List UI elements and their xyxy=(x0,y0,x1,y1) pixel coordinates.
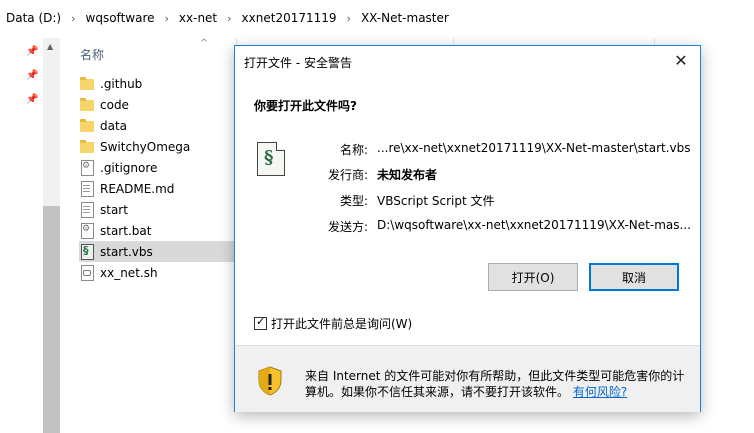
folder-icon xyxy=(80,118,94,134)
file-name: start.bat xyxy=(100,223,152,238)
dialog-footer: 来自 Internet 的文件可能对你有所帮助，但此文件类型可能危害你的计算机。… xyxy=(235,345,700,412)
breadcrumb-item-xx-net[interactable]: xx-net xyxy=(179,11,217,25)
dialog-title: 打开文件 - 安全警告 xyxy=(244,56,352,70)
type-label: 类型: xyxy=(339,194,368,208)
warning-text-block: 来自 Internet 的文件可能对你有所帮助，但此文件类型可能危害你的计算机。… xyxy=(305,368,685,400)
always-ask-label[interactable]: 打开此文件前总是询问(W) xyxy=(271,315,412,332)
pin-icon[interactable]: 📌 xyxy=(26,94,38,105)
file-name: xx_net.sh xyxy=(100,265,158,280)
blank-file-icon xyxy=(80,201,94,218)
folder-icon xyxy=(80,76,94,92)
file-item-readme[interactable]: README.md xyxy=(80,178,260,199)
address-bar[interactable]: Data (D:) › wqsoftware › xx-net › xxnet2… xyxy=(0,0,754,39)
breadcrumb-item-xx-net-master[interactable]: XX-Net-master xyxy=(361,11,449,25)
breadcrumb-item-drive[interactable]: Data (D:) xyxy=(6,11,61,25)
file-item-github[interactable]: .github xyxy=(80,73,260,94)
always-ask-checkbox[interactable]: ✓ xyxy=(254,315,267,330)
folder-icon xyxy=(80,139,94,155)
warning-text: 来自 Internet 的文件可能对你有所帮助，但此文件类型可能危害你的计算机。… xyxy=(305,369,685,399)
dialog-question: 你要打开此文件吗? xyxy=(254,99,357,113)
breadcrumb-item-wqsoftware[interactable]: wqsoftware xyxy=(86,11,155,25)
settings-file-icon xyxy=(80,159,94,176)
close-button[interactable]: ✕ xyxy=(668,49,694,71)
security-warning-dialog: 打开文件 - 安全警告 ✕ 你要打开此文件吗? § 名称: ...re\xx-n… xyxy=(234,45,701,412)
file-item-xx-net-sh[interactable]: xx_net.sh xyxy=(80,262,260,283)
info-row-publisher: 发行商: 未知发布者 xyxy=(235,166,700,186)
scroll-up-arrow-icon[interactable]: ▲ xyxy=(47,42,53,51)
file-name: .gitignore xyxy=(100,160,158,175)
text-file-icon xyxy=(80,180,94,197)
chevron-right-icon[interactable]: › xyxy=(227,12,231,25)
risk-link[interactable]: 有何风险? xyxy=(573,385,627,399)
close-icon: ✕ xyxy=(674,50,688,70)
file-item-switchyomega[interactable]: SwitchyOmega xyxy=(80,136,260,157)
file-name: code xyxy=(100,97,129,112)
always-ask-option[interactable]: ✓ 打开此文件前总是询问(W) xyxy=(254,315,412,332)
file-item-gitignore[interactable]: .gitignore xyxy=(80,157,260,178)
publisher-value: 未知发布者 xyxy=(377,168,438,182)
chevron-right-icon[interactable]: › xyxy=(165,12,169,25)
checkmark-icon: ✓ xyxy=(256,315,266,328)
vbscript-file-icon xyxy=(80,243,94,260)
pin-icon[interactable]: 📌 xyxy=(26,70,38,81)
column-header-name[interactable]: 名称 xyxy=(80,46,104,63)
file-name: README.md xyxy=(100,181,175,196)
file-name: SwitchyOmega xyxy=(100,139,191,154)
navigation-scrollbar[interactable]: ▲ xyxy=(43,38,60,433)
file-item-start-bat[interactable]: start.bat xyxy=(80,220,260,241)
file-name: data xyxy=(100,118,128,133)
scrollbar-thumb[interactable] xyxy=(43,206,60,433)
breadcrumb-item-xxnet20171119[interactable]: xxnet20171119 xyxy=(242,11,337,25)
file-item-code[interactable]: code xyxy=(80,94,260,115)
pin-icon[interactable]: 📌 xyxy=(26,46,38,57)
shell-script-icon xyxy=(80,264,94,281)
folder-icon xyxy=(80,97,94,113)
chevron-right-icon[interactable]: › xyxy=(71,12,75,25)
name-label: 名称: xyxy=(339,143,368,157)
info-row-name: 名称: ...re\xx-net\xxnet20171119\XX-Net-ma… xyxy=(235,141,700,161)
batch-file-icon xyxy=(80,222,94,239)
file-name: start.vbs xyxy=(100,244,153,259)
name-value: ...re\xx-net\xxnet20171119\XX-Net-master… xyxy=(377,141,691,155)
security-shield-icon xyxy=(258,366,282,396)
info-row-type: 类型: VBScript Script 文件 xyxy=(235,192,700,212)
chevron-right-icon[interactable]: › xyxy=(347,12,351,25)
from-label: 发送方: xyxy=(327,220,368,234)
file-item-data[interactable]: data xyxy=(80,115,260,136)
breadcrumb: Data (D:) › wqsoftware › xx-net › xxnet2… xyxy=(6,11,449,25)
file-item-start[interactable]: start xyxy=(80,199,260,220)
from-value: D:\wqsoftware\xx-net\xxnet20171119\XX-Ne… xyxy=(377,218,691,232)
sort-ascending-icon: ^ xyxy=(200,38,209,49)
open-button[interactable]: 打开(O) xyxy=(488,263,578,291)
file-name: .github xyxy=(100,76,143,91)
cancel-button[interactable]: 取消 xyxy=(589,263,679,291)
publisher-label: 发行商: xyxy=(327,168,368,182)
file-name: start xyxy=(100,202,128,217)
type-value: VBScript Script 文件 xyxy=(377,194,495,208)
info-row-from: 发送方: D:\wqsoftware\xx-net\xxnet20171119\… xyxy=(235,218,700,238)
